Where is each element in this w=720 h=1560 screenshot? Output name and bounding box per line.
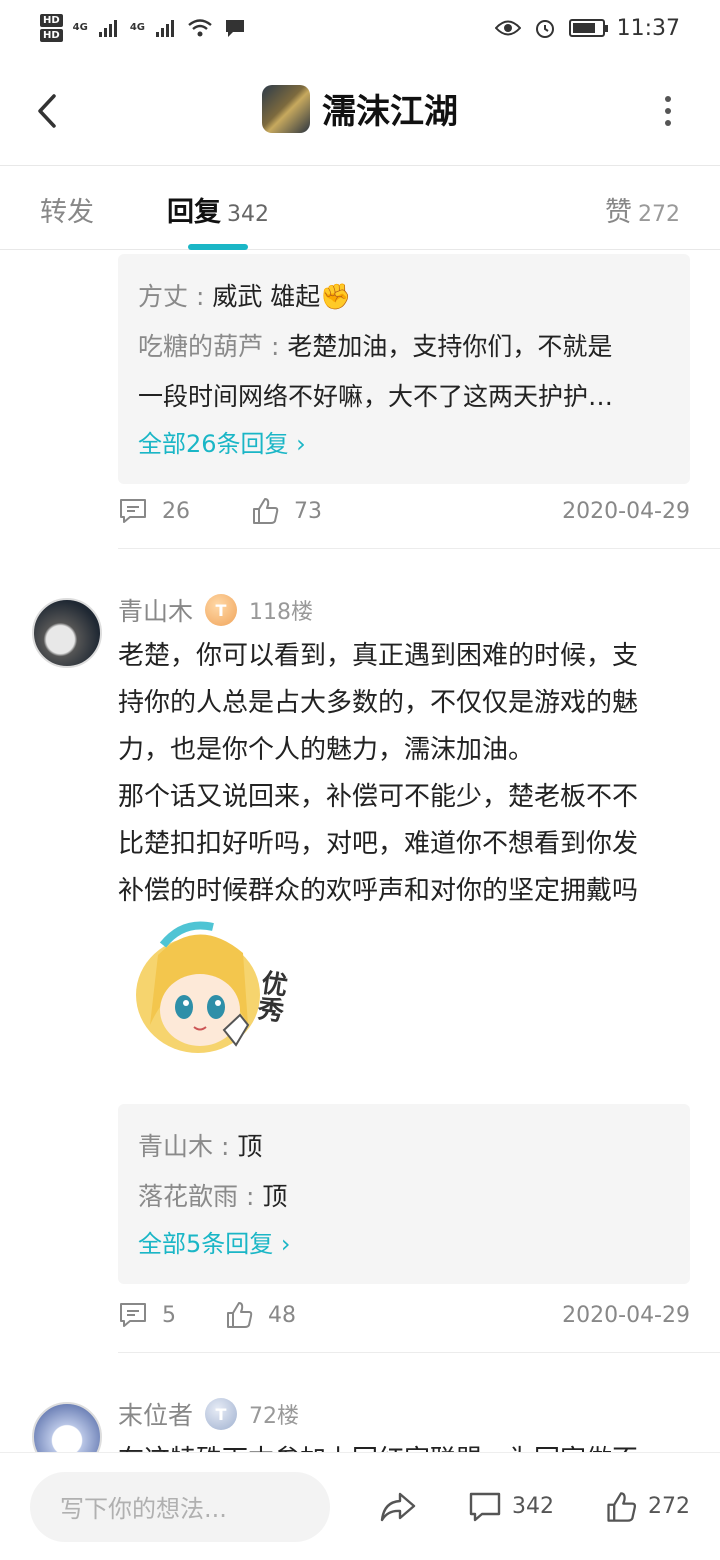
- battery-icon: [568, 19, 608, 37]
- comment-icon: [120, 1303, 146, 1327]
- sub-reply: 方丈 : 威武 雄起✊: [138, 282, 352, 311]
- comment-icon: [469, 1492, 501, 1521]
- divider: [118, 548, 720, 549]
- comment-icon: [120, 499, 146, 523]
- comment-button[interactable]: 5: [118, 1301, 176, 1329]
- status-bar: HD HD 4G 4G 11:37: [0, 0, 720, 56]
- divider: [118, 1352, 720, 1353]
- comment-body: 在这特殊下本参加上回红家联盟，为回家做不: [118, 1437, 688, 1452]
- comment-body: 老楚，你可以看到，真正遇到困难的时候，支 持你的人总是占大多数的，不仅仅是游戏的…: [118, 641, 639, 906]
- wifi-icon: [188, 19, 212, 37]
- sub-reply: 吃糖的葫芦 : 老楚加油，支持你们，不就是 一段时间网络不好嘛，大不了这两天护护…: [138, 332, 614, 411]
- thumbs-up-icon: [253, 498, 279, 524]
- comment-actions: 26 73 2020-04-29: [118, 491, 690, 531]
- alarm-icon: [535, 20, 554, 38]
- more-menu-icon[interactable]: [662, 96, 674, 128]
- sub-reply: 落花歆雨 : 顶: [138, 1182, 288, 1211]
- floor-number: 118楼: [249, 600, 314, 625]
- comment-feed[interactable]: 方丈 : 威武 雄起✊ 吃糖的葫芦 : 老楚加油，支持你们，不就是 一段时间网络不…: [0, 250, 720, 1452]
- username[interactable]: 青山木: [118, 592, 193, 628]
- like-count: 272: [638, 202, 680, 227]
- top-app-bar: 濡沫江湖: [0, 56, 720, 166]
- reply-count: 342: [227, 202, 269, 227]
- sub-replies-box[interactable]: 青山木 : 顶 落花歆雨 : 顶 全部5条回复 ›: [118, 1104, 690, 1284]
- sticker-caption: 优秀: [252, 968, 290, 1024]
- avatar[interactable]: [32, 598, 102, 668]
- tab-forward[interactable]: 转发: [40, 190, 94, 229]
- comment-input[interactable]: 写下你的想法...: [30, 1471, 330, 1542]
- comment-date: 2020-04-29: [562, 1302, 690, 1328]
- sub-reply: 青山木 : 顶: [138, 1132, 263, 1161]
- hd-indicator: HD HD: [40, 14, 63, 42]
- signal-bars-icon: [156, 20, 175, 37]
- sticker-image[interactable]: 优秀: [128, 915, 308, 1065]
- comment-actions: 5 48 2020-04-29: [118, 1295, 690, 1335]
- username[interactable]: 末位者: [118, 1396, 193, 1432]
- game-avatar[interactable]: [262, 84, 310, 133]
- like-button[interactable]: 73: [250, 496, 322, 526]
- comment-button[interactable]: 26: [118, 497, 190, 525]
- level-badge-icon: T: [205, 1398, 238, 1430]
- tab-like[interactable]: 赞 272: [605, 190, 680, 229]
- eye-icon: [494, 20, 521, 36]
- sub-replies-box[interactable]: 方丈 : 威武 雄起✊ 吃糖的葫芦 : 老楚加油，支持你们，不就是 一段时间网络不…: [118, 254, 690, 484]
- share-button[interactable]: [378, 1490, 418, 1524]
- signal-2-label: 4G: [129, 22, 146, 33]
- avatar[interactable]: [32, 1402, 102, 1452]
- tab-bar: 转发 回复 342 赞 272: [0, 166, 720, 250]
- comment-author: 末位者 T 72楼: [118, 1396, 299, 1432]
- like-button[interactable]: 48: [224, 1300, 296, 1330]
- bottom-action-bar: 写下你的想法... 342 272: [0, 1452, 720, 1560]
- level-badge-icon: T: [205, 594, 238, 626]
- floor-number: 72楼: [249, 1404, 300, 1429]
- tab-reply[interactable]: 回复 342: [167, 190, 269, 229]
- share-icon: [380, 1492, 416, 1521]
- comment-author: 青山木 T 118楼: [118, 592, 313, 628]
- signal-1-label: 4G: [72, 22, 88, 33]
- page-title: 濡沫江湖: [322, 92, 458, 132]
- comment-count-button[interactable]: 342: [468, 1491, 554, 1523]
- view-all-replies-link[interactable]: 全部26条回复 ›: [138, 422, 670, 466]
- signal-bars-icon: [98, 20, 117, 37]
- message-icon: [226, 20, 245, 37]
- thumbs-up-icon: [607, 1491, 637, 1522]
- view-all-replies-link[interactable]: 全部5条回复 ›: [138, 1222, 670, 1266]
- thumbs-up-icon: [227, 1302, 253, 1328]
- comment-date: 2020-04-29: [562, 498, 690, 524]
- clock: 11:37: [616, 15, 680, 41]
- like-count-button[interactable]: 272: [604, 1490, 690, 1524]
